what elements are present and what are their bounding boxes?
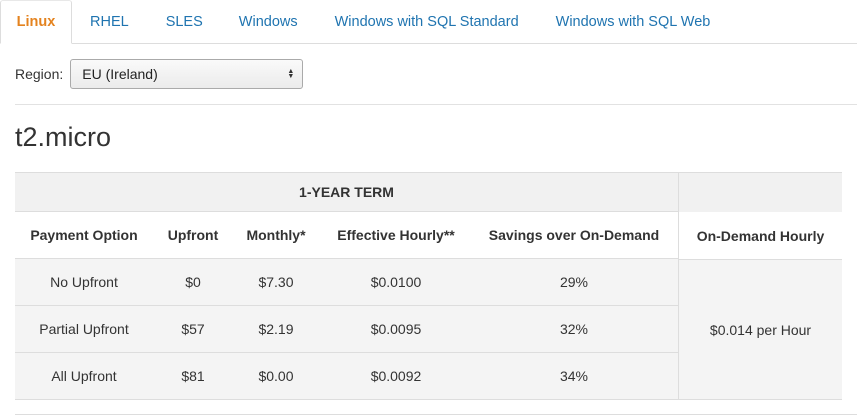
tab-sles[interactable]: SLES (166, 0, 203, 44)
table-row: All Upfront $81 $0.00 $0.0092 34% (15, 353, 678, 400)
region-label: Region: (15, 66, 64, 82)
tab-windows-sql-standard[interactable]: Windows with SQL Standard (335, 0, 519, 44)
tab-windows-sql-web[interactable]: Windows with SQL Web (556, 0, 711, 44)
upfront-cell: $57 (181, 321, 205, 337)
select-arrows-icon: ▲ ▼ (287, 68, 295, 80)
on-demand-hourly-value: $0.014 per Hour (679, 260, 842, 399)
column-header-upfront: Upfront (167, 227, 219, 243)
region-dropdown[interactable]: EU (Ireland) ▲ ▼ (70, 59, 304, 89)
column-header-on-demand-hourly: On-Demand Hourly (679, 212, 842, 260)
monthly-cell: $0.00 (258, 368, 294, 384)
effective-hourly-cell: $0.0092 (370, 368, 422, 384)
pricing-page: Linux RHEL SLES Windows Windows with SQL… (0, 0, 857, 417)
effective-hourly-cell: $0.0100 (370, 274, 422, 290)
divider (15, 104, 857, 105)
monthly-cell: $2.19 (258, 321, 294, 337)
payment-option-cell: No Upfront (50, 274, 118, 290)
upfront-cell: $0 (185, 274, 201, 290)
table-row: Partial Upfront $57 $2.19 $0.0095 32% (15, 306, 678, 353)
column-header-effective-hourly: Effective Hourly** (337, 227, 455, 243)
region-selector: Region: EU (Ireland) ▲ ▼ (15, 59, 304, 89)
column-header-monthly: Monthly* (246, 227, 306, 243)
column-header-payment-option: Payment Option (30, 227, 138, 243)
os-tabs: Linux RHEL SLES Windows Windows with SQL… (0, 0, 857, 44)
region-selected-value: EU (Ireland) (82, 66, 158, 82)
divider (15, 414, 857, 415)
on-demand-top-header (679, 173, 842, 213)
term-header: 1-YEAR TERM (15, 172, 678, 212)
instance-type-title: t2.micro (15, 122, 112, 152)
tab-windows[interactable]: Windows (239, 0, 298, 44)
effective-hourly-cell: $0.0095 (370, 321, 422, 337)
monthly-cell: $7.30 (258, 274, 294, 290)
on-demand-column: On-Demand Hourly $0.014 per Hour (678, 172, 842, 400)
savings-cell: 34% (559, 368, 589, 384)
tab-rhel[interactable]: RHEL (90, 0, 129, 44)
savings-cell: 32% (559, 321, 589, 337)
payment-option-cell: Partial Upfront (39, 321, 129, 337)
column-header-savings: Savings over On-Demand (488, 227, 660, 243)
column-header-row: Payment Option Upfront Monthly* Effectiv… (15, 212, 678, 259)
savings-cell: 29% (559, 274, 589, 290)
payment-option-cell: All Upfront (51, 368, 117, 384)
table-row: No Upfront $0 $7.30 $0.0100 29% (15, 259, 678, 306)
upfront-cell: $81 (181, 368, 205, 384)
tab-linux[interactable]: Linux (0, 0, 72, 44)
